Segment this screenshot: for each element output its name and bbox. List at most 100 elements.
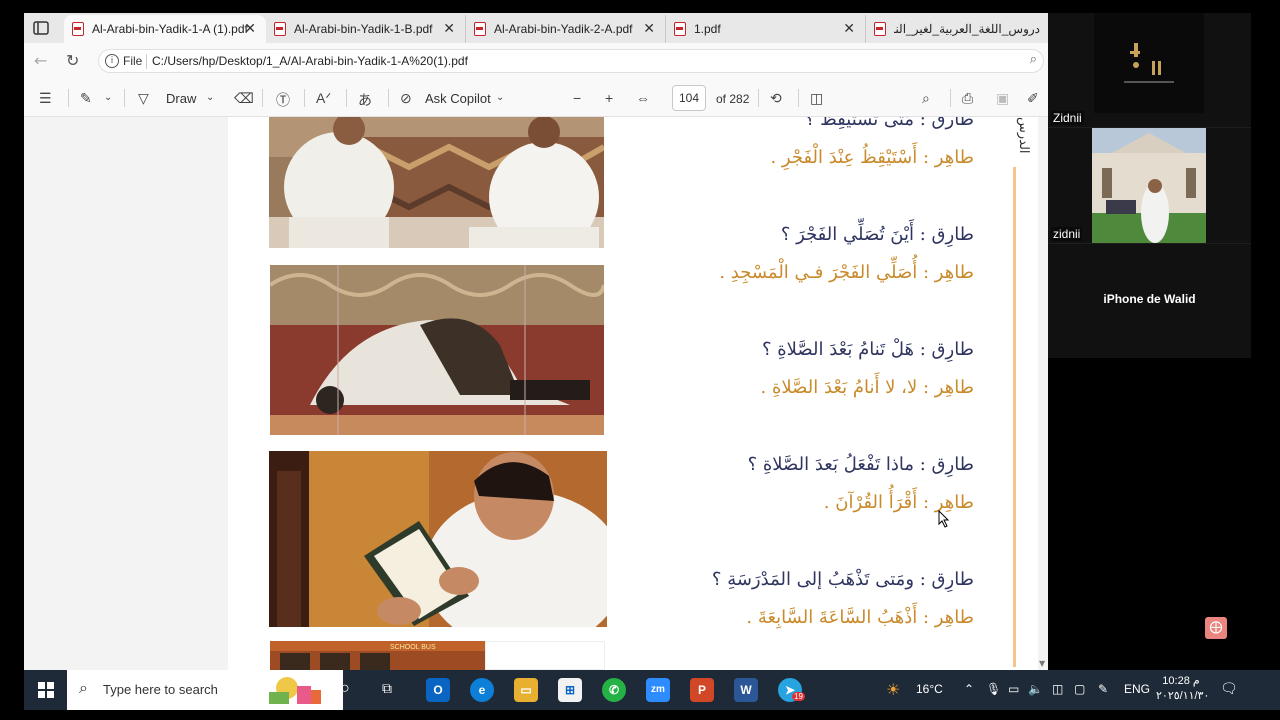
file-explorer-icon[interactable]: ▭: [514, 678, 538, 702]
dialogue-line: طارِق : ماذا تَفْعَلُ بَعدَ الصَّلاةِ ؟: [747, 454, 974, 475]
photo-school-bus: SCHOOL BUS: [270, 641, 485, 670]
tab-al-arabi-1a[interactable]: Al-Arabi-bin-Yadik-1-A (1).pdf ✕: [64, 15, 266, 43]
clock[interactable]: 10:28 م ٢٠٢٥/١١/٣٠: [1156, 674, 1209, 704]
blank-frame: [485, 641, 605, 670]
refresh-icon[interactable]: ↻: [66, 51, 79, 70]
taskbar-search[interactable]: ⌕ Type here to search: [67, 670, 343, 710]
search-icon[interactable]: ⌕: [922, 90, 930, 107]
divider: [304, 89, 305, 107]
dialogue-line: طارِق : هَلْ تَنامُ بَعْدَ الصَّلاةِ ؟: [761, 339, 974, 360]
clock-time: 10:28 م: [1162, 675, 1200, 687]
ask-copilot-button[interactable]: Ask Copilot: [425, 91, 491, 106]
fit-page-icon[interactable]: ⇔: [636, 90, 650, 106]
scrollbar[interactable]: ▼: [1038, 117, 1048, 670]
acrobat-icon[interactable]: ⨁: [1205, 617, 1227, 639]
bus-sign-text: SCHOOL BUS: [390, 644, 436, 651]
tab-bar: Al-Arabi-bin-Yadik-1-A (1).pdf ✕ Al-Arab…: [24, 13, 1048, 43]
divider: [950, 89, 951, 107]
tab-arabic-lessons[interactable]: دروس_اللغة_العربية_لغير_الناطقين: [866, 15, 1048, 43]
microphone-icon[interactable]: 🎙: [986, 682, 1001, 696]
pdf-viewport[interactable]: SCHOOL BUS طارق : مَتَى تَسْتَيْقِظُ ؟ ط…: [24, 117, 1048, 670]
close-icon[interactable]: ✕: [443, 20, 455, 37]
address-bar-row: ← ↻ i File C:/Users/hp/Desktop/1_A/Al-Ar…: [24, 43, 1048, 79]
chevron-down-icon[interactable]: ⌄: [496, 92, 504, 103]
participant-tile[interactable]: zidnii: [1048, 128, 1251, 243]
line-text: أَيْنَ تُصَلِّي الفَجْرَ ؟: [780, 224, 915, 245]
chevron-up-icon[interactable]: ⌃: [964, 682, 974, 696]
scroll-down-icon[interactable]: ▼: [1039, 659, 1045, 668]
language-indicator[interactable]: ENG: [1124, 682, 1150, 696]
chevron-down-icon[interactable]: ⌄: [104, 92, 112, 103]
powerpoint-icon[interactable]: P: [690, 678, 714, 702]
address-bar[interactable]: i File C:/Users/hp/Desktop/1_A/Al-Arabi-…: [98, 49, 1044, 73]
url-text[interactable]: C:/Users/hp/Desktop/1_A/Al-Arabi-bin-Yad…: [152, 54, 468, 68]
edge-icon[interactable]: e: [470, 678, 494, 702]
task-view-icon[interactable]: ⧉: [382, 680, 392, 697]
volume-icon[interactable]: 🔈: [1028, 682, 1043, 696]
speaker-name: طاهِر: [934, 262, 974, 283]
line-text: هَلْ تَنامُ بَعْدَ الصَّلاةِ ؟: [761, 339, 915, 360]
photo-boys-on-sofa: [269, 117, 604, 248]
pen-icon[interactable]: ✎: [1098, 682, 1108, 696]
notifications-icon[interactable]: 🗨: [1220, 680, 1238, 697]
divider: [262, 89, 263, 107]
draw-button[interactable]: Draw: [166, 91, 196, 106]
page-number-input[interactable]: 104: [672, 85, 706, 111]
word-icon[interactable]: W: [734, 678, 758, 702]
highlight-icon[interactable]: ✎: [80, 90, 92, 107]
line-text: لا، لا أَنامُ بَعْدَ الصَّلاةِ .: [760, 377, 918, 398]
print-icon[interactable]: ⎙: [962, 90, 973, 107]
save-as-icon[interactable]: ✐: [1027, 90, 1039, 107]
pdf-toolbar: ☰ ✎ ⌄ ▽ Draw ⌄ ⌫ Ⓣ Aᐟ あ ⊘ Ask Copilot ⌄ …: [24, 79, 1048, 117]
tab-actions-icon[interactable]: [32, 19, 50, 37]
zoom-out-icon[interactable]: −: [573, 90, 581, 106]
battery-icon[interactable]: ▭: [1008, 682, 1019, 696]
store-icon[interactable]: ⊞: [558, 678, 582, 702]
pdf-icon: [72, 22, 84, 36]
rotate-icon[interactable]: ⟲: [770, 90, 782, 107]
read-aloud-icon[interactable]: Aᐟ: [316, 90, 331, 107]
save-icon[interactable]: ▣: [996, 90, 1009, 107]
windows-start-icon[interactable]: [38, 682, 54, 698]
meet-now-icon[interactable]: ◫: [1052, 682, 1063, 696]
eraser-icon[interactable]: ⌫: [234, 90, 254, 107]
tab-al-arabi-2a[interactable]: Al-Arabi-bin-Yadik-2-A.pdf ✕: [466, 15, 666, 43]
info-icon[interactable]: i: [105, 54, 119, 68]
zoom-icon[interactable]: ⌕: [1030, 52, 1037, 67]
copilot-icon[interactable]: ⊘: [400, 90, 412, 107]
text-box-icon[interactable]: Ⓣ: [276, 90, 290, 110]
tab-al-arabi-1b[interactable]: Al-Arabi-bin-Yadik-1-B.pdf ✕: [266, 15, 466, 43]
tab-label: 1.pdf: [694, 22, 721, 36]
participant-tile[interactable]: iPhone de Walid: [1048, 244, 1251, 358]
mouse-cursor-icon: [938, 510, 950, 528]
pdf-icon: [874, 22, 886, 36]
page-view-icon[interactable]: ◫: [810, 90, 823, 107]
speaker-name: طاهِر: [934, 377, 974, 398]
dialogue-line: طاهِر : أُصَلِّي الفَجْرَ فـي الْمَسْجِد…: [719, 262, 974, 283]
line-text: أَقْرَأُ القُرْآنَ .: [823, 492, 918, 513]
tab-1-pdf[interactable]: 1.pdf ✕: [666, 15, 866, 43]
dialogue-line: طاهِر : أَقْرَأُ القُرْآنَ .: [823, 492, 974, 513]
speaker-name: طاهِر: [934, 147, 974, 168]
participant-tile[interactable]: Zidnii: [1048, 13, 1251, 127]
close-icon[interactable]: ✕: [843, 20, 855, 37]
zoom-in-icon[interactable]: +: [605, 90, 613, 106]
contents-list-icon[interactable]: ☰: [39, 90, 52, 107]
translate-icon[interactable]: あ: [358, 90, 372, 110]
close-icon[interactable]: ✕: [643, 20, 655, 37]
zoom-icon[interactable]: zm: [646, 678, 670, 702]
pdf-icon: [274, 22, 286, 36]
url-scheme: File: [123, 54, 143, 68]
outlook-icon[interactable]: O: [426, 678, 450, 702]
draw-icon[interactable]: ▽: [138, 90, 149, 107]
taskbar: ⌕ Type here to search ○ ⧉ O e ▭ ⊞ ✆ zm P…: [24, 670, 1280, 710]
back-arrow-icon[interactable]: ←: [34, 51, 47, 70]
weather-temp[interactable]: 16°C: [916, 682, 943, 696]
whatsapp-icon[interactable]: ✆: [602, 678, 626, 702]
browser-window: Al-Arabi-bin-Yadik-1-A (1).pdf ✕ Al-Arab…: [24, 13, 1048, 670]
display-icon[interactable]: ▢: [1074, 682, 1085, 696]
close-icon[interactable]: ✕: [244, 20, 256, 37]
cortana-icon[interactable]: ○: [340, 680, 350, 698]
chevron-down-icon[interactable]: ⌄: [206, 92, 214, 103]
dialogue-line: طاهِر : لا، لا أَنامُ بَعْدَ الصَّلاةِ .: [760, 377, 974, 398]
